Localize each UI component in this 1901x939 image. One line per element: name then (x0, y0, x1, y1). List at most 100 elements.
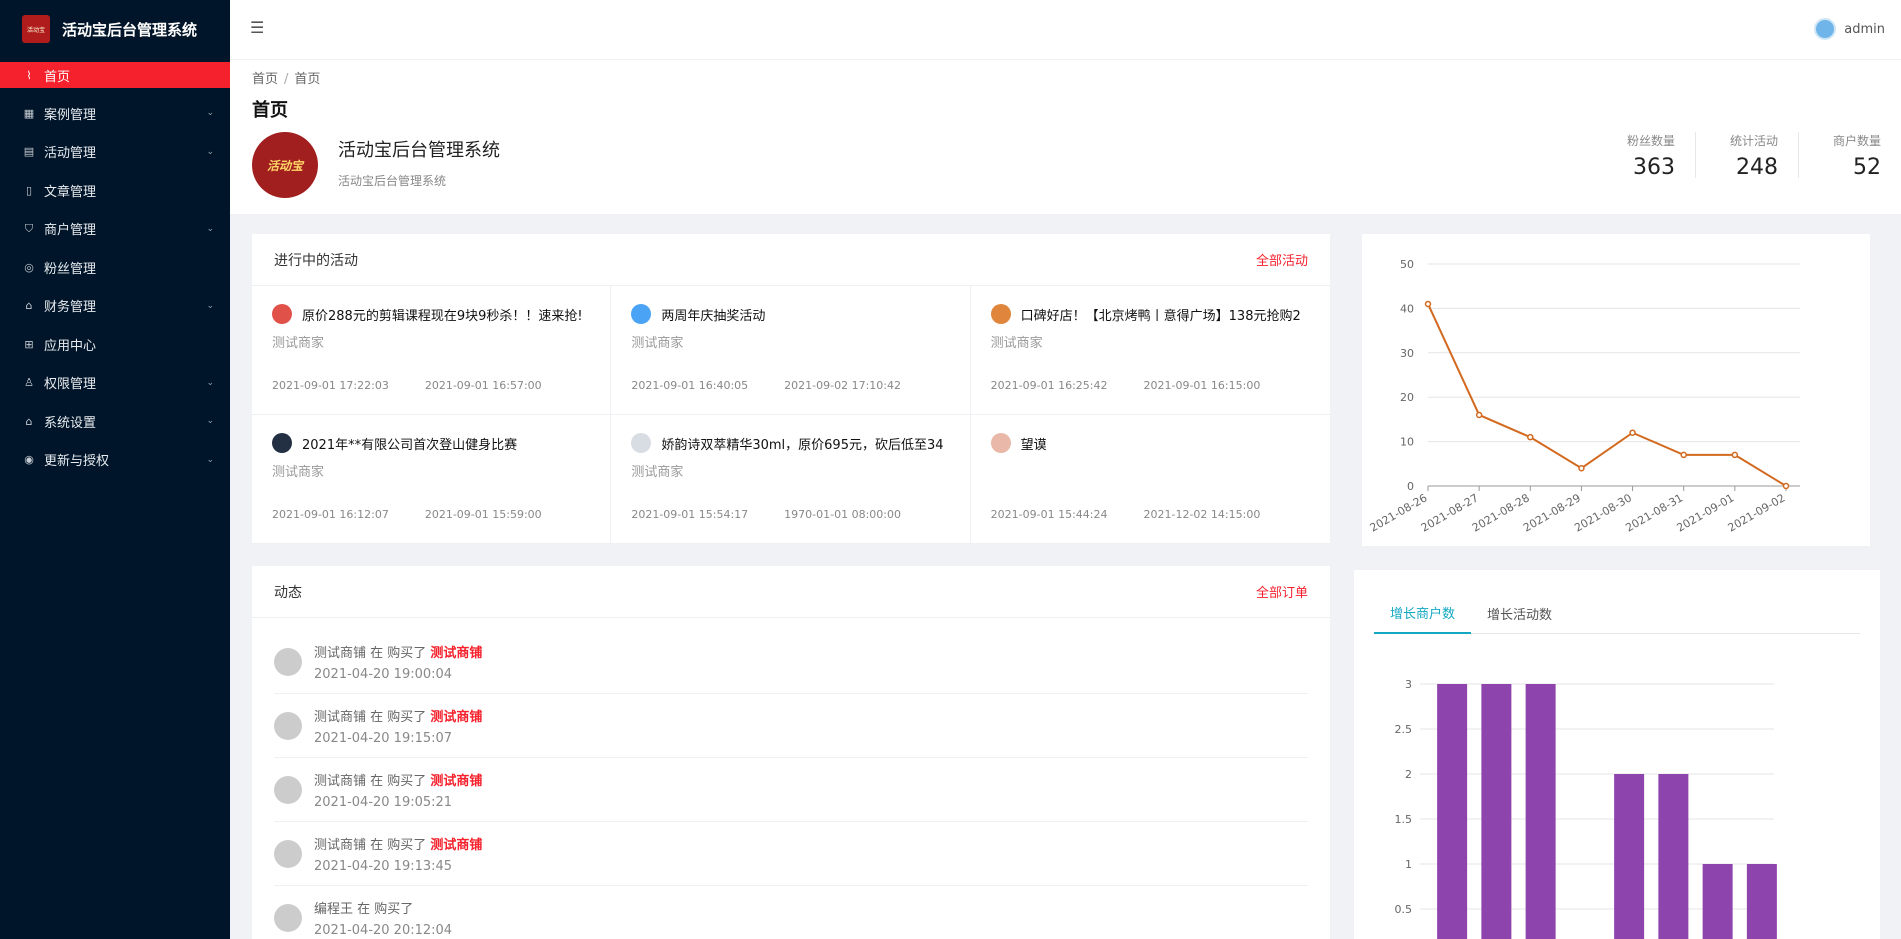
feed-target-link[interactable]: 测试商铺 (430, 838, 482, 853)
feed-item: 编程王 在 购买了 2021-04-20 20:12:04 (274, 886, 1308, 939)
activity-thumb-icon (631, 433, 652, 453)
stat-value: 52 (1853, 155, 1881, 180)
all-orders-link[interactable]: 全部订单 (1256, 582, 1308, 601)
sidebar-item-3[interactable]: ▯ 文章管理 (0, 171, 230, 210)
sidebar-item-5[interactable]: ◎ 粉丝管理 (0, 248, 230, 287)
bar (1746, 864, 1777, 939)
sidebar-item-4[interactable]: ⛉ 商户管理 ⌄ (0, 210, 230, 249)
activity-end: 2021-12-02 14:15:00 (1143, 508, 1261, 521)
sidebar-menu: ⌇ 首页 ▦ 案例管理 ⌄ ▤ 活动管理 ⌄ ▯ 文章管理 ⛉ 商户管理 ⌄ ◎ 粉丝… (0, 62, 230, 479)
stat-label: 商户数量 (1832, 134, 1881, 148)
activity-shop: 测试商家 (631, 465, 684, 480)
activity-name: 原价288元的剪辑课程现在9块9秒杀！！速来抢! (302, 308, 583, 324)
menu-toggle-icon[interactable]: ☰ (250, 18, 268, 37)
feed-user: 测试商铺 (314, 645, 367, 661)
bar (1658, 774, 1689, 939)
card-title: 动态 (274, 584, 302, 601)
feed-item: 测试商铺 在 购买了 测试商铺 2021-04-20 19:05:21 (274, 758, 1308, 822)
sidebar-item-7[interactable]: ⊞ 应用中心 (0, 325, 230, 364)
brand-subtitle: 活动宝后台管理系统 (338, 174, 447, 188)
feed-card: 动态 全部订单 测试商铺 在 购买了 测试商铺 2021-04-20 19:00… (252, 566, 1330, 939)
y-tick-label: 0 (1407, 480, 1414, 493)
chart-line-icon: ⌇ (26, 68, 32, 82)
bar (1437, 684, 1468, 939)
feed-target-link[interactable]: 测试商铺 (430, 710, 482, 725)
username: admin (1844, 21, 1885, 37)
activity-thumb-icon (272, 304, 292, 324)
activity-item[interactable]: 口碑好店！【北京烤鸭丨意得广场】138元抢购2 测试商家 2021-09-01 … (970, 286, 1330, 415)
app-title: 活动宝后台管理系统 (62, 20, 198, 39)
page-title: 首页 (252, 100, 288, 121)
activity-item[interactable]: 2021年**有限公司首次登山健身比赛 测试商家 2021-09-01 16:1… (252, 415, 612, 544)
activity-item[interactable]: 原价288元的剪辑课程现在9块9秒杀！！速来抢! 测试商家 2021-09-01… (252, 286, 612, 415)
activity-name: 娇韵诗双萃精华30ml，原价695元，砍后低至34 (661, 437, 944, 453)
logo-icon: 活动宝 (22, 15, 50, 43)
stat-label: 粉丝数量 (1626, 134, 1675, 148)
feed-action: 在 购买了 (366, 837, 431, 853)
chevron-down-icon: ⌄ (206, 377, 214, 388)
feed-target-link[interactable]: 测试商铺 (430, 646, 482, 661)
y-tick-label: 10 (1400, 436, 1414, 449)
feed-time: 2021-04-20 19:15:07 (314, 730, 453, 746)
y-tick-label: 30 (1400, 347, 1414, 360)
activity-item[interactable]: 娇韵诗双萃精华30ml，原价695元，砍后低至34 测试商家 2021-09-0… (611, 415, 971, 544)
sidebar-item-1[interactable]: ▦ 案例管理 ⌄ (0, 94, 230, 133)
user-menu[interactable]: admin (1814, 18, 1885, 40)
feed-user: 测试商铺 (314, 773, 367, 789)
bar (1614, 774, 1645, 939)
line-point (1527, 433, 1534, 441)
app-logo[interactable]: 活动宝 活动宝后台管理系统 (0, 0, 230, 58)
avatar (274, 903, 302, 932)
activity-name: 口碑好店！【北京烤鸭丨意得广场】138元抢购2 (1020, 308, 1301, 324)
bar (1525, 684, 1556, 939)
activity-name: 2021年**有限公司首次登山健身比赛 (302, 437, 518, 453)
activity-item[interactable]: 望谟 2021-09-01 15:44:24 2021-12-02 14:15:0… (970, 415, 1330, 544)
avatar (274, 647, 302, 676)
feed-action: 在 购买了 (366, 645, 431, 661)
avatar (274, 775, 302, 804)
sidebar-item-8[interactable]: ♙ 权限管理 ⌄ (0, 364, 230, 403)
sidebar-item-9[interactable]: ⌂ 系统设置 ⌄ (0, 402, 230, 441)
sidebar-item-label: 首页 (44, 69, 71, 85)
activity-shop: 测试商家 (272, 465, 325, 480)
sidebar-item-label: 更新与授权 (44, 454, 110, 470)
activity-thumb-icon (272, 433, 292, 453)
feed-action: 在 购买了 (353, 901, 414, 917)
sidebar-item-label: 粉丝管理 (44, 261, 97, 277)
sidebar-item-2[interactable]: ▤ 活动管理 ⌄ (0, 133, 230, 172)
tab-activity-growth[interactable]: 增长活动数 (1471, 592, 1568, 634)
stat-label: 统计活动 (1729, 134, 1778, 148)
activity-thumb-icon (990, 433, 1011, 453)
y-tick-label: 20 (1400, 391, 1414, 404)
sidebar: 活动宝 活动宝后台管理系统 ⌇ 首页 ▦ 案例管理 ⌄ ▤ 活动管理 ⌄ ▯ 文章管… (0, 0, 230, 939)
activity-item[interactable]: 两周年庆抽奖活动 测试商家 2021-09-01 16:40:05 2021-09… (611, 286, 971, 415)
x-tick-label: 2021-08-26 (1368, 491, 1430, 534)
bar (1481, 684, 1512, 939)
feed-user: 编程王 (314, 901, 354, 917)
activity-end: 2021-09-01 16:15:00 (1143, 379, 1261, 392)
bar (1702, 864, 1733, 939)
activity-start: 2021-09-01 16:40:05 (631, 379, 749, 392)
activity-start: 2021-09-01 15:54:17 (631, 508, 749, 521)
tab-merchant-growth[interactable]: 增长商户数 (1374, 592, 1472, 634)
avatar (1814, 18, 1837, 40)
stats-bar: 粉丝数量 363 统计活动 248 商户数量 52 (1593, 132, 1901, 180)
activity-end: 2021-09-01 16:57:00 (424, 379, 542, 392)
line-point (1629, 429, 1636, 436)
sidebar-item-6[interactable]: ⌂ 财务管理 ⌄ (0, 287, 230, 326)
activity-start: 2021-09-01 17:22:03 (272, 379, 389, 392)
feed-item: 测试商铺 在 购买了 测试商铺 2021-04-20 19:15:07 (274, 694, 1308, 758)
x-tick-label: 2021-08-30 (1572, 491, 1634, 534)
all-activities-link[interactable]: 全部活动 (1256, 250, 1308, 269)
sidebar-item-0[interactable]: ⌇ 首页 (0, 62, 230, 88)
feed-target-link[interactable]: 测试商铺 (430, 774, 482, 789)
stat-value: 248 (1735, 155, 1778, 180)
feed-user: 测试商铺 (314, 837, 367, 853)
breadcrumb-item[interactable]: 首页 (252, 72, 278, 87)
stat-activities: 统计活动 248 (1694, 132, 1798, 180)
chart-tabs: 增长商户数 增长活动数 (1374, 592, 1860, 634)
y-tick-label: 1.5 (1395, 813, 1413, 826)
activity-start: 2021-09-01 16:12:07 (272, 508, 389, 521)
sidebar-item-10[interactable]: ◉ 更新与授权 ⌄ (0, 441, 230, 480)
line-point (1578, 464, 1585, 472)
